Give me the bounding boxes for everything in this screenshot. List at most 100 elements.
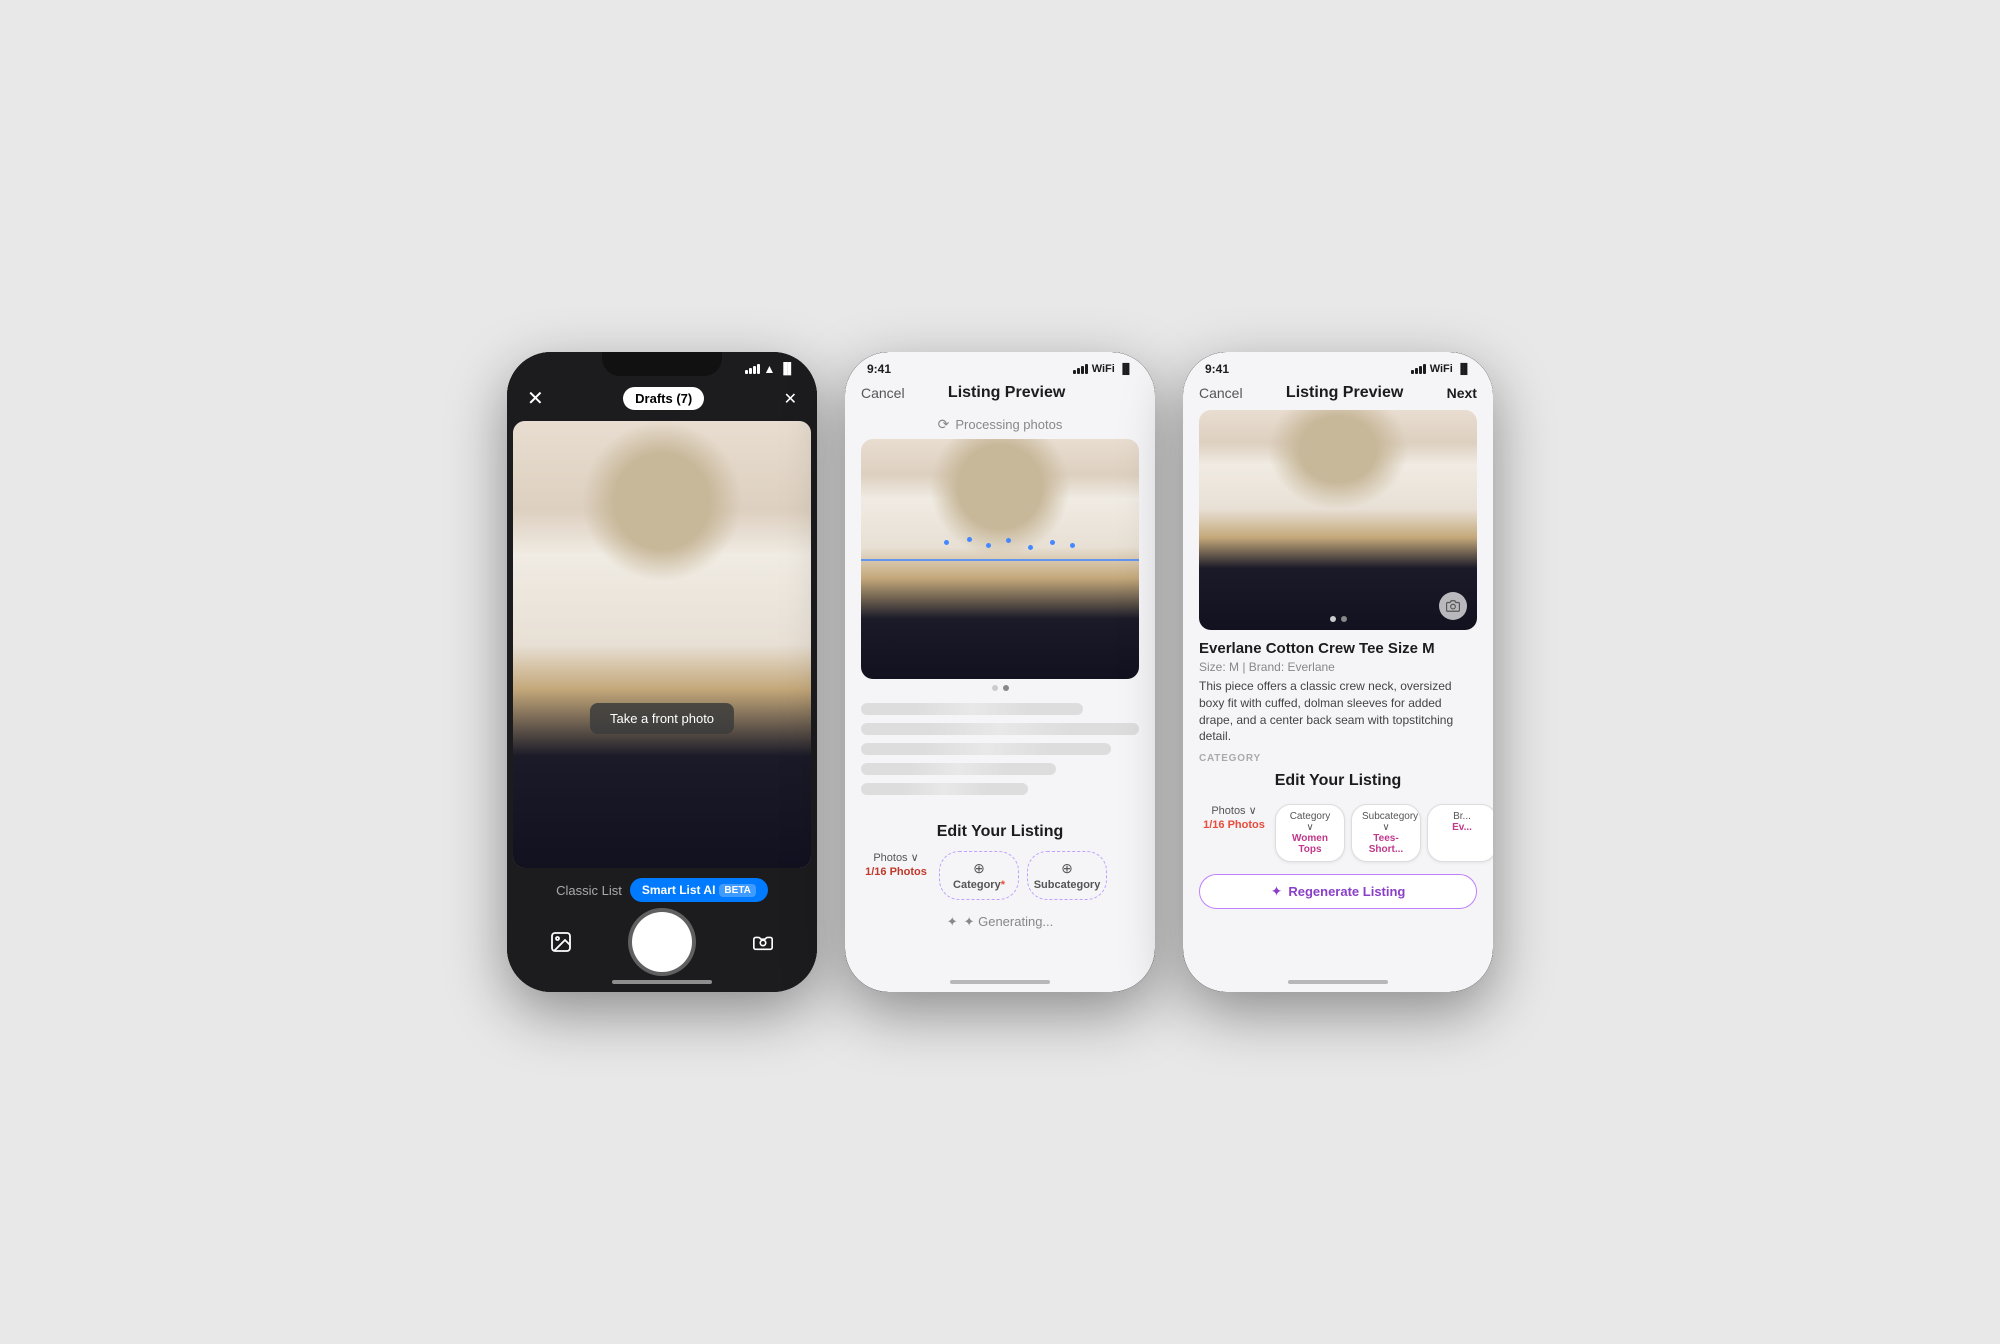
listing-type-selector: Classic List Smart List AI BETA	[556, 878, 768, 902]
generating-icon: ✦	[947, 914, 958, 930]
phones-container: 9:41 ▲ ▐▌ ✕ Drafts (7)	[507, 352, 1493, 992]
category-section-label: CATEGORY	[1183, 749, 1493, 764]
cancel-button-3[interactable]: Cancel	[1199, 385, 1243, 401]
product-image-area-2	[861, 439, 1139, 679]
tab-subcategory-label: Subcategory	[1034, 879, 1101, 891]
page-title-2: Listing Preview	[948, 384, 1065, 402]
product-info: Everlane Cotton Crew Tee Size M Size: M …	[1183, 630, 1493, 749]
tabs-row-3: Photos ∨ 1/16 Photos Category ∨ Women To…	[1199, 800, 1477, 866]
flip-camera-button[interactable]	[745, 924, 781, 960]
tab-subcat-label-3: Subcategory ∨	[1362, 811, 1410, 833]
smart-list-button[interactable]: Smart List AI BETA	[630, 878, 768, 902]
skeleton-line	[861, 703, 1083, 715]
tab-photos-2[interactable]: Photos ∨ 1/16 Photos	[861, 851, 931, 900]
phone-processing: 9:41 WiFi ▐▌ Cancel Listing P	[845, 352, 1155, 992]
camera-header: ✕ Drafts (7) ✕	[507, 380, 817, 421]
battery-icon-1: ▐▌	[779, 363, 795, 375]
processing-label: Processing photos	[955, 417, 1062, 432]
tab-brand-label-3: Br...	[1438, 811, 1486, 822]
tab-photos-value: 1/16 Photos	[865, 866, 927, 878]
status-time-2: 9:41	[867, 362, 891, 376]
status-icons-2: WiFi ▐▌	[1073, 363, 1133, 375]
product-title: Everlane Cotton Crew Tee Size M	[1199, 640, 1477, 657]
tab-category-label: Category*	[953, 879, 1005, 891]
listing-ui: 9:41 WiFi ▐▌ Cancel Listing P	[845, 352, 1155, 992]
signal-icon-3	[1411, 364, 1426, 374]
tab-brand-3[interactable]: Br... Ev...	[1427, 804, 1493, 862]
scan-dots	[861, 535, 1139, 555]
generating-label: ✦ Generating...	[964, 914, 1054, 930]
flash-icon[interactable]: ✕	[784, 389, 797, 409]
nav-bar-2: Cancel Listing Preview Next	[845, 380, 1155, 410]
camera-ui: 9:41 ▲ ▐▌ ✕ Drafts (7)	[507, 352, 817, 992]
product-meta: Size: M | Brand: Everlane	[1199, 660, 1477, 674]
smart-list-label: Smart List AI	[642, 883, 716, 897]
signal-icon-1	[745, 364, 760, 374]
tab-category-2[interactable]: ⊕ Category*	[939, 851, 1019, 900]
tab-subcat-value-3: Tees- Short...	[1362, 833, 1410, 855]
tab-subcategory-3[interactable]: Subcategory ∨ Tees- Short...	[1351, 804, 1421, 862]
status-icons-1: ▲ ▐▌	[745, 362, 795, 376]
regenerate-listing-button[interactable]: ✦ Regenerate Listing	[1199, 874, 1477, 909]
scan-line	[861, 559, 1139, 561]
edit-listing-title-2: Edit Your Listing	[861, 823, 1139, 841]
tab-brand-value-3: Ev...	[1438, 822, 1486, 833]
gallery-button[interactable]	[543, 924, 579, 960]
tab-cat-label-3: Category ∨	[1286, 811, 1334, 833]
home-indicator-2	[950, 980, 1050, 984]
wifi-icon-2: WiFi	[1092, 363, 1115, 375]
category-add-icon: ⊕	[973, 860, 985, 877]
classic-list-label[interactable]: Classic List	[556, 883, 622, 898]
notch-1	[602, 352, 722, 376]
drafts-badge[interactable]: Drafts (7)	[623, 387, 704, 410]
img-dot-active-3	[1341, 616, 1347, 622]
wifi-icon-1: ▲	[764, 362, 776, 376]
camera-icon-overlay[interactable]	[1439, 592, 1467, 620]
edit-listing-section-3: Edit Your Listing Photos ∨ 1/16 Photos C…	[1183, 764, 1493, 866]
tab-photos-label: Photos ∨	[873, 851, 918, 864]
processing-banner: ⟳ Processing photos	[845, 410, 1155, 439]
nav-bar-3: Cancel Listing Preview Next	[1183, 380, 1493, 410]
edit-listing-section-2: Edit Your Listing Photos ∨ 1/16 Photos ⊕…	[845, 815, 1155, 904]
subcategory-add-icon: ⊕	[1061, 860, 1073, 877]
camera-controls	[523, 912, 801, 972]
regen-icon: ✦	[1271, 883, 1283, 900]
battery-icon-2: ▐▌	[1119, 364, 1133, 375]
scan-dot	[1028, 545, 1033, 550]
scan-dot	[967, 537, 972, 542]
skeleton-loader	[845, 691, 1155, 815]
signal-icon-2	[1073, 364, 1088, 374]
product-description: This piece offers a classic crew neck, o…	[1199, 678, 1477, 745]
tab-subcategory-2[interactable]: ⊕ Subcategory	[1027, 851, 1107, 900]
result-ui: 9:41 WiFi ▐▌ Cancel Listing P	[1183, 352, 1493, 992]
processing-spinner-icon: ⟳	[938, 416, 950, 433]
tab-brand-2[interactable]: B	[1115, 851, 1139, 900]
phone-camera: 9:41 ▲ ▐▌ ✕ Drafts (7)	[507, 352, 817, 992]
tab-photos-3[interactable]: Photos ∨ 1/16 Photos	[1199, 804, 1269, 862]
cancel-button-2[interactable]: Cancel	[861, 385, 905, 401]
skeleton-line	[861, 723, 1139, 735]
skeleton-line	[861, 783, 1028, 795]
scan-dot	[1070, 543, 1075, 548]
phone-result: 9:41 WiFi ▐▌ Cancel Listing P	[1183, 352, 1493, 992]
scan-dot	[944, 540, 949, 545]
tabs-row-2: Photos ∨ 1/16 Photos ⊕ Category* ⊕ Subca…	[861, 851, 1139, 904]
img-dot-3	[1330, 616, 1336, 622]
next-button-3[interactable]: Next	[1447, 385, 1477, 401]
home-indicator-1	[612, 980, 712, 984]
wifi-icon-3: WiFi	[1430, 363, 1453, 375]
close-icon[interactable]: ✕	[527, 386, 544, 411]
notch-3	[1278, 352, 1398, 376]
shutter-button[interactable]	[632, 912, 692, 972]
processing-screen: 9:41 WiFi ▐▌ Cancel Listing P	[845, 352, 1155, 992]
photo-prompt-label: Take a front photo	[590, 703, 734, 734]
camera-bottom-bar: Classic List Smart List AI BETA	[507, 868, 817, 992]
status-time-3: 9:41	[1205, 362, 1229, 376]
result-photo	[1199, 410, 1477, 630]
notch-2	[940, 352, 1060, 376]
battery-icon-3: ▐▌	[1457, 364, 1471, 375]
edit-listing-title-3: Edit Your Listing	[1199, 772, 1477, 790]
result-screen: 9:41 WiFi ▐▌ Cancel Listing P	[1183, 352, 1493, 992]
result-product-image	[1199, 410, 1477, 630]
tab-category-3[interactable]: Category ∨ Women Tops	[1275, 804, 1345, 862]
